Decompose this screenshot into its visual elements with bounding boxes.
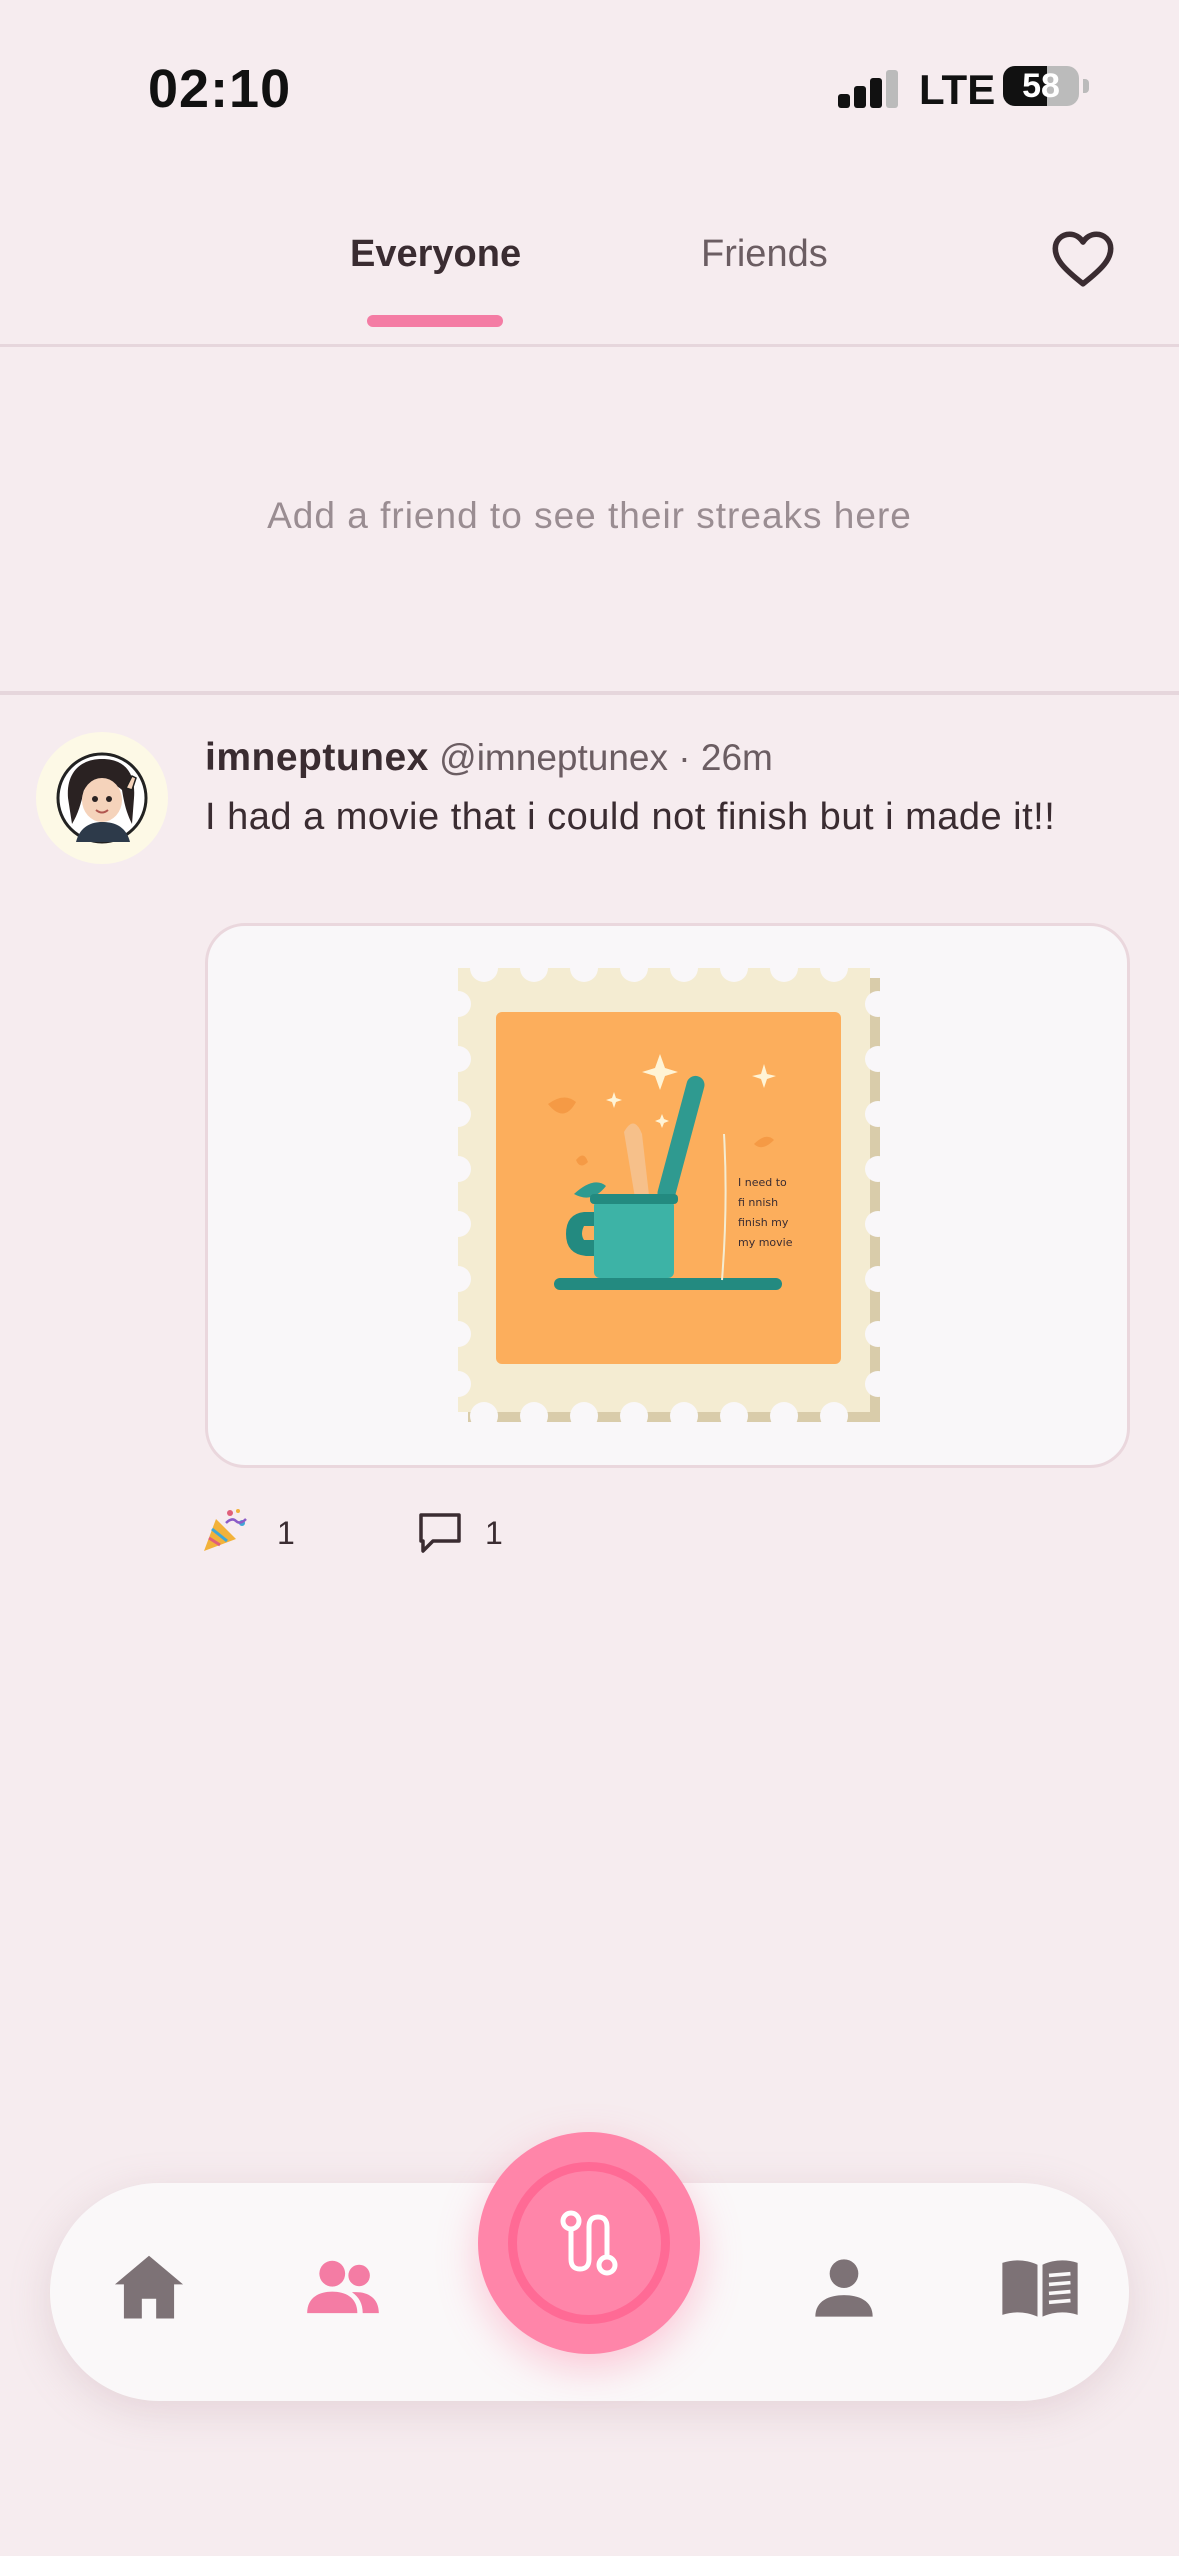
tab-friends[interactable]: Friends: [701, 233, 828, 276]
reaction-count: 1: [277, 1515, 295, 1551]
post-username[interactable]: imneptunex: [205, 736, 429, 779]
post-actions: 1 1: [200, 1505, 700, 1561]
active-tab-indicator: [367, 315, 503, 327]
stamp-text-line-2: fi nnish: [738, 1196, 778, 1209]
post-separator: ·: [678, 737, 691, 778]
route-path-button[interactable]: [478, 2132, 700, 2354]
friends-icon[interactable]: [300, 2245, 386, 2331]
friend-streaks: Add a friend to see their streaks here: [0, 350, 1179, 695]
route-path-icon: [560, 2210, 618, 2276]
stamp-text-line-3: finish my: [738, 1216, 789, 1229]
status-bar: 02:10 LTE 58: [0, 0, 1179, 170]
battery-percent: 58: [1022, 67, 1060, 105]
home-icon[interactable]: [106, 2245, 192, 2331]
stamp-text-line-4: my movie: [738, 1236, 793, 1249]
tab-everyone[interactable]: Everyone: [350, 233, 521, 276]
avatar[interactable]: [36, 732, 168, 864]
journal-book-icon[interactable]: [997, 2245, 1083, 2331]
comment-bubble-icon[interactable]: [415, 1507, 465, 1557]
post-image[interactable]: I need to fi nnish finish my my movie: [205, 923, 1130, 1468]
post-time: 26m: [700, 737, 773, 778]
party-popper-icon[interactable]: [200, 1505, 250, 1555]
heart-outline-icon[interactable]: [1048, 224, 1118, 294]
post-handle: @imneptunex: [439, 737, 669, 778]
battery-icon: 58: [1003, 66, 1079, 106]
stamp-text-line-1: I need to: [738, 1176, 787, 1189]
post-header: imneptunex @imneptunex · 26m: [205, 736, 773, 780]
streaks-empty-message: Add a friend to see their streaks here: [267, 495, 912, 536]
battery-tip: [1083, 79, 1089, 93]
status-time: 02:10: [148, 59, 292, 119]
profile-icon[interactable]: [801, 2245, 887, 2331]
feed-tabs: Everyone Friends: [0, 205, 1179, 347]
stamp-illustration: I need to fi nnish finish my my movie: [454, 964, 884, 1424]
comment-count: 1: [485, 1515, 503, 1551]
post-text: I had a movie that i could not finish bu…: [205, 796, 1056, 838]
network-type: LTE: [919, 66, 996, 113]
cellular-signal-icon: [838, 68, 898, 108]
